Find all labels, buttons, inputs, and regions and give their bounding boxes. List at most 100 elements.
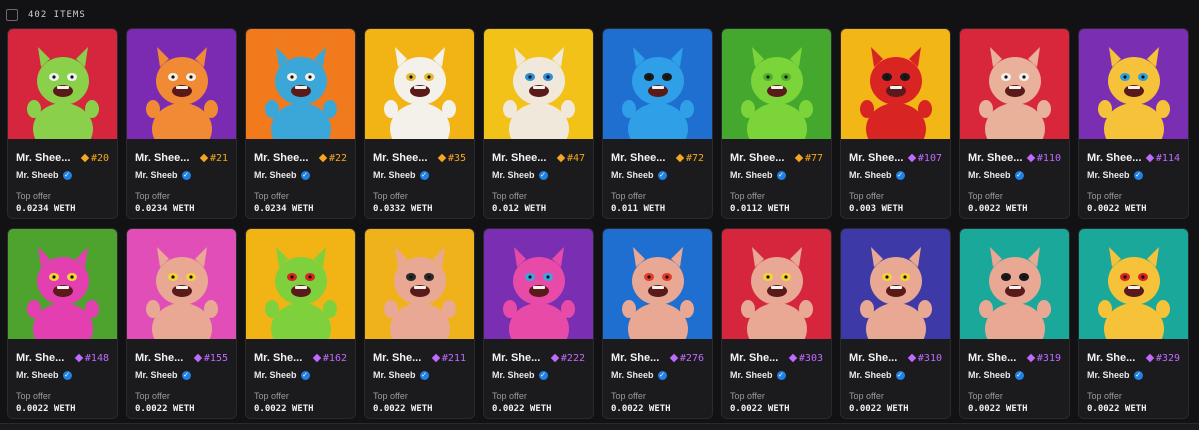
nft-card[interactable]: Mr. She... #329 Mr. Sheeb ✓ Top offer 0.0022 … bbox=[1078, 228, 1189, 419]
nft-name[interactable]: Mr. Shee... bbox=[16, 152, 70, 164]
nft-card[interactable]: Mr. She... #310 Mr. Sheeb ✓ Top offer 0.0022 … bbox=[840, 228, 951, 419]
nft-name[interactable]: Mr. She... bbox=[16, 352, 64, 364]
creator-name[interactable]: Mr. Sheeb bbox=[968, 170, 1011, 180]
creator-name[interactable]: Mr. Sheeb bbox=[373, 370, 416, 380]
nft-card[interactable]: Mr. She... #222 Mr. Sheeb ✓ Top offer 0.0022 … bbox=[483, 228, 594, 419]
nft-image[interactable] bbox=[1079, 229, 1188, 339]
nft-image[interactable] bbox=[365, 229, 474, 339]
creator-name[interactable]: Mr. Sheeb bbox=[730, 170, 773, 180]
nft-image[interactable] bbox=[960, 229, 1069, 339]
creator-name[interactable]: Mr. Sheeb bbox=[849, 370, 892, 380]
nft-card[interactable]: Mr. She... #303 Mr. Sheeb ✓ Top offer 0.0022 … bbox=[721, 228, 832, 419]
creator-name[interactable]: Mr. Sheeb bbox=[16, 370, 59, 380]
nft-name[interactable]: Mr. Shee... bbox=[1087, 152, 1141, 164]
nft-image[interactable] bbox=[1079, 29, 1188, 139]
nft-image[interactable] bbox=[603, 29, 712, 139]
nft-card[interactable]: Mr. Shee... #77 Mr. Sheeb ✓ Top offer 0.0112 … bbox=[721, 28, 832, 219]
character-left-hand bbox=[146, 100, 160, 118]
nft-name[interactable]: Mr. Shee... bbox=[492, 152, 546, 164]
nft-card[interactable]: Mr. Shee... #72 Mr. Sheeb ✓ Top offer 0.011 W… bbox=[602, 28, 713, 219]
nft-image[interactable] bbox=[365, 29, 474, 139]
nft-name[interactable]: Mr. She... bbox=[849, 352, 897, 364]
character-head bbox=[1108, 257, 1160, 305]
nft-card[interactable]: Mr. Shee... #22 Mr. Sheeb ✓ Top offer 0.0234 … bbox=[245, 28, 356, 219]
nft-card[interactable]: Mr. Shee... #114 Mr. Sheeb ✓ Top offer 0.0022… bbox=[1078, 28, 1189, 219]
nft-name[interactable]: Mr. She... bbox=[1087, 352, 1135, 364]
creator-name[interactable]: Mr. Sheeb bbox=[373, 170, 416, 180]
nft-card[interactable]: Mr. She... #276 Mr. Sheeb ✓ Top offer 0.0022 … bbox=[602, 228, 713, 419]
token-number: #148 bbox=[84, 352, 109, 364]
select-all-checkbox[interactable] bbox=[6, 9, 18, 21]
nft-card[interactable]: Mr. Shee... #110 Mr. Sheeb ✓ Top offer 0.0022… bbox=[959, 28, 1070, 219]
creator-name[interactable]: Mr. Sheeb bbox=[135, 170, 178, 180]
character-head bbox=[37, 57, 89, 105]
character-left-hand bbox=[1098, 300, 1112, 318]
nft-image[interactable] bbox=[246, 229, 355, 339]
nft-name[interactable]: Mr. Shee... bbox=[968, 152, 1022, 164]
creator-name[interactable]: Mr. Sheeb bbox=[135, 370, 178, 380]
creator-name[interactable]: Mr. Sheeb bbox=[254, 170, 297, 180]
creator-name[interactable]: Mr. Sheeb bbox=[611, 370, 654, 380]
creator-name[interactable]: Mr. Sheeb bbox=[849, 170, 892, 180]
rarity-badge: #319 bbox=[1026, 353, 1061, 364]
nft-card[interactable]: Mr. Shee... #21 Mr. Sheeb ✓ Top offer 0.0234 … bbox=[126, 28, 237, 219]
character-left-hand bbox=[979, 300, 993, 318]
nft-name[interactable]: Mr. She... bbox=[135, 352, 183, 364]
nft-name[interactable]: Mr. She... bbox=[968, 352, 1016, 364]
nft-image[interactable] bbox=[8, 229, 117, 339]
nft-image[interactable] bbox=[722, 29, 831, 139]
nft-name[interactable]: Mr. She... bbox=[254, 352, 302, 364]
nft-image[interactable] bbox=[841, 229, 950, 339]
nft-name[interactable]: Mr. She... bbox=[492, 352, 540, 364]
nft-image[interactable] bbox=[484, 229, 593, 339]
nft-card[interactable]: Mr. Shee... #20 Mr. Sheeb ✓ Top offer 0.0234 … bbox=[7, 28, 118, 219]
nft-card[interactable]: Mr. She... #162 Mr. Sheeb ✓ Top offer 0.0022 … bbox=[245, 228, 356, 419]
creator-name[interactable]: Mr. Sheeb bbox=[1087, 370, 1130, 380]
top-offer-label: Top offer bbox=[968, 191, 1003, 201]
nft-card[interactable]: Mr. She... #319 Mr. Sheeb ✓ Top offer 0.0022 … bbox=[959, 228, 1070, 419]
creator-name[interactable]: Mr. Sheeb bbox=[492, 170, 535, 180]
nft-card[interactable]: Mr. Shee... #47 Mr. Sheeb ✓ Top offer 0.012 W… bbox=[483, 28, 594, 219]
top-offer-price: 0.0022 WETH bbox=[1087, 404, 1147, 414]
creator-name[interactable]: Mr. Sheeb bbox=[16, 170, 59, 180]
nft-image[interactable] bbox=[722, 229, 831, 339]
character-teeth bbox=[771, 286, 783, 289]
nft-image[interactable] bbox=[960, 29, 1069, 139]
nft-name[interactable]: Mr. Shee... bbox=[730, 152, 784, 164]
creator-name[interactable]: Mr. Sheeb bbox=[254, 370, 297, 380]
nft-name[interactable]: Mr. She... bbox=[611, 352, 659, 364]
creator-name[interactable]: Mr. Sheeb bbox=[1087, 170, 1130, 180]
creator-name[interactable]: Mr. Sheeb bbox=[492, 370, 535, 380]
nft-image[interactable] bbox=[127, 29, 236, 139]
nft-card[interactable]: Mr. She... #211 Mr. Sheeb ✓ Top offer 0.0022 … bbox=[364, 228, 475, 419]
nft-name[interactable]: Mr. Shee... bbox=[373, 152, 427, 164]
nft-image[interactable] bbox=[8, 29, 117, 139]
nft-card[interactable]: Mr. She... #148 Mr. Sheeb ✓ Top offer 0.0022 … bbox=[7, 228, 118, 419]
creator-name[interactable]: Mr. Sheeb bbox=[730, 370, 773, 380]
nft-image[interactable] bbox=[603, 229, 712, 339]
creator-name[interactable]: Mr. Sheeb bbox=[968, 370, 1011, 380]
nft-name[interactable]: Mr. Shee... bbox=[611, 152, 665, 164]
nft-image[interactable] bbox=[484, 29, 593, 139]
nft-image[interactable] bbox=[127, 229, 236, 339]
nft-name[interactable]: Mr. Shee... bbox=[254, 152, 308, 164]
nft-name[interactable]: Mr. She... bbox=[373, 352, 421, 364]
verified-badge-icon: ✓ bbox=[1133, 170, 1143, 180]
nft-name[interactable]: Mr. Shee... bbox=[849, 152, 903, 164]
nft-card[interactable]: Mr. She... #155 Mr. Sheeb ✓ Top offer 0.0022 … bbox=[126, 228, 237, 419]
rarity-badge: #77 bbox=[794, 153, 823, 164]
character-right-hand bbox=[1156, 100, 1170, 118]
character-right-hand bbox=[561, 300, 575, 318]
nft-name[interactable]: Mr. Shee... bbox=[135, 152, 189, 164]
rarity-diamond-icon bbox=[437, 153, 447, 163]
nft-image[interactable] bbox=[841, 29, 950, 139]
nft-image[interactable] bbox=[246, 29, 355, 139]
nft-card[interactable]: Mr. Shee... #107 Mr. Sheeb ✓ Top offer 0.003 … bbox=[840, 28, 951, 219]
character-left-pupil bbox=[1004, 75, 1008, 79]
nft-name[interactable]: Mr. She... bbox=[730, 352, 778, 364]
verified-badge-icon: ✓ bbox=[300, 170, 310, 180]
nft-card[interactable]: Mr. Shee... #35 Mr. Sheeb ✓ Top offer 0.0332 … bbox=[364, 28, 475, 219]
character-left-hand bbox=[503, 300, 517, 318]
creator-name[interactable]: Mr. Sheeb bbox=[611, 170, 654, 180]
character-right-hand bbox=[1037, 100, 1051, 118]
